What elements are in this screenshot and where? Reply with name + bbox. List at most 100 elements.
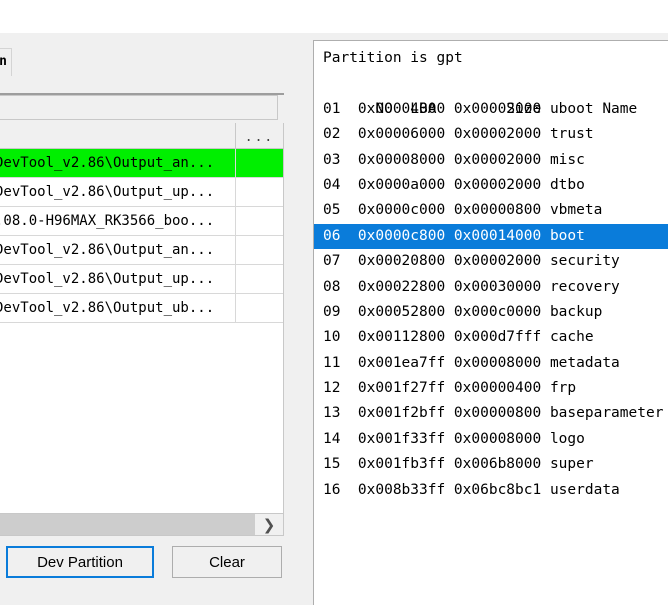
partition-lba: 0x001f27ff: [357, 380, 446, 397]
partition-lba: 0x001ea7ff: [357, 354, 446, 371]
partition-row[interactable]: 08 0x00022800 0x00030000 recovery: [314, 275, 668, 300]
partition-row[interactable]: 04 0x0000a000 0x00002000 dtbo: [314, 173, 668, 198]
left-pane: n ... DevTool_v2.86\Output_an...DevTool_…: [0, 33, 304, 605]
file-path-cell: DevTool_v2.86\Output_up...: [0, 265, 236, 293]
partition-lba: 0x00020800: [357, 253, 446, 270]
partition-column-header: NO LBA Size Name: [314, 71, 668, 117]
scrollbar-thumb[interactable]: [0, 514, 255, 535]
partition-lba: 0x00008000: [357, 151, 446, 168]
partition-title-line: Partition is gpt: [323, 50, 463, 66]
partition-no: 05: [323, 202, 341, 219]
file-path-cell: DevTool_v2.86\Output_an...: [0, 236, 236, 264]
file-action-cell[interactable]: [236, 178, 283, 206]
file-list-row[interactable]: DevTool_v2.86\Output_up...: [0, 265, 283, 294]
partition-rows: 01 0x00004000 0x00002000 uboot 02 0x00006…: [314, 97, 668, 503]
partition-row[interactable]: 03 0x00008000 0x00002000 misc: [314, 148, 668, 173]
partition-no: 08: [323, 278, 341, 295]
file-list-horizontal-scrollbar[interactable]: ❯: [0, 514, 284, 536]
file-list-row[interactable]: DevTool_v2.86\Output_ub...: [0, 294, 283, 323]
partition-name: userdata: [549, 481, 620, 498]
file-list-row[interactable]: DevTool_v2.86\Output_up...: [0, 178, 283, 207]
clear-button[interactable]: Clear: [172, 546, 282, 578]
partition-name: dtbo: [549, 176, 585, 193]
partition-name: logo: [549, 430, 585, 447]
partition-row[interactable]: 12 0x001f27ff 0x00000400 frp: [314, 376, 668, 401]
partition-name: backup: [549, 303, 603, 320]
partition-size: 0x006b8000: [453, 456, 542, 473]
partition-size: 0x00002000: [453, 100, 542, 117]
file-path-cell: DevTool_v2.86\Output_up...: [0, 178, 236, 206]
file-action-cell[interactable]: [236, 207, 283, 235]
partition-no: 01: [323, 100, 341, 117]
partition-row[interactable]: 13 0x001f2bff 0x00000800 baseparameter: [314, 401, 668, 426]
partition-row[interactable]: 02 0x00006000 0x00002000 trust: [314, 122, 668, 147]
partition-size: 0x00008000: [453, 430, 542, 447]
partition-size: 0x000c0000: [453, 303, 542, 320]
partition-size: 0x00002000: [453, 176, 542, 193]
partition-size: 0x00000800: [453, 405, 542, 422]
partition-name: uboot: [549, 100, 594, 117]
partition-size: 0x000d7fff: [453, 329, 542, 346]
partition-name: trust: [549, 126, 594, 143]
path-input[interactable]: [0, 95, 278, 120]
partition-lba: 0x001fb3ff: [357, 456, 446, 473]
partition-lba: 0x00004000: [357, 100, 446, 117]
column-header-path[interactable]: [0, 123, 236, 148]
partition-row[interactable]: 06 0x0000c800 0x00014000 boot: [314, 223, 668, 250]
partition-row[interactable]: 15 0x001fb3ff 0x006b8000 super: [314, 452, 668, 477]
file-list-row[interactable]: DevTool_v2.86\Output_an...: [0, 149, 283, 178]
partition-row[interactable]: 14 0x001f33ff 0x00008000 logo: [314, 427, 668, 452]
file-path-cell: DevTool_v2.86\Output_ub...: [0, 294, 236, 322]
partition-output-panel[interactable]: Partition is gpt NO LBA Size Name 01 0x0…: [313, 40, 668, 605]
dev-partition-button[interactable]: Dev Partition: [6, 546, 154, 578]
file-list-body: DevTool_v2.86\Output_an... DevTool_v2.86\…: [0, 149, 283, 323]
partition-no: 04: [323, 176, 341, 193]
column-header-actions[interactable]: ...: [236, 123, 283, 148]
file-list-row[interactable]: DevTool_v2.86\Output_an...: [0, 236, 283, 265]
file-path-cell: DevTool_v2.86\Output_an...: [0, 149, 236, 177]
partition-size: 0x00030000: [453, 278, 542, 295]
file-list-row[interactable]: .08.0-H96MAX_RK3566_boo...: [0, 207, 283, 236]
file-action-cell[interactable]: [236, 236, 283, 264]
partition-size: 0x00000400: [453, 380, 542, 397]
partition-no: 02: [323, 126, 341, 143]
pane-separator-line: [307, 33, 308, 605]
file-action-cell[interactable]: [236, 294, 283, 322]
partition-row[interactable]: 11 0x001ea7ff 0x00008000 metadata: [314, 351, 668, 376]
partition-name: frp: [549, 380, 577, 397]
partition-name: security: [549, 253, 620, 270]
partition-row[interactable]: 07 0x00020800 0x00002000 security: [314, 249, 668, 274]
scroll-right-icon[interactable]: ❯: [255, 514, 283, 535]
partition-no: 12: [323, 380, 341, 397]
partition-row[interactable]: 09 0x00052800 0x000c0000 backup: [314, 300, 668, 325]
partition-name: cache: [549, 329, 594, 346]
partition-row[interactable]: 10 0x00112800 0x000d7fff cache: [314, 325, 668, 350]
tab-clipped[interactable]: n: [0, 48, 12, 76]
partition-no: 10: [323, 329, 341, 346]
partition-size: 0x06bc8bc1: [453, 481, 542, 498]
partition-row[interactable]: 16 0x008b33ff 0x06bc8bc1 userdata: [314, 478, 668, 503]
partition-output-content: Partition is gpt NO LBA Size Name 01 0x0…: [314, 41, 668, 503]
partition-no: 13: [323, 405, 341, 422]
partition-row[interactable]: 05 0x0000c000 0x00000800 vbmeta: [314, 198, 668, 223]
partition-name: recovery: [549, 278, 620, 295]
header-name: Name: [602, 100, 638, 117]
partition-lba: 0x001f2bff: [357, 405, 446, 422]
tab-strip: n: [0, 48, 304, 76]
partition-no: 09: [323, 303, 341, 320]
file-path-cell: .08.0-H96MAX_RK3566_boo...: [0, 207, 236, 235]
file-action-cell[interactable]: [236, 265, 283, 293]
file-action-cell[interactable]: [236, 149, 283, 177]
partition-size: 0x00014000: [453, 227, 542, 244]
partition-lba: 0x00052800: [357, 303, 446, 320]
partition-no: 03: [323, 151, 341, 168]
file-list-header: ...: [0, 123, 283, 149]
partition-size: 0x00002000: [453, 151, 542, 168]
partition-no: 11: [323, 354, 341, 371]
partition-no: 07: [323, 253, 341, 270]
partition-lba: 0x001f33ff: [357, 430, 446, 447]
partition-no: 15: [323, 456, 341, 473]
file-list[interactable]: ... DevTool_v2.86\Output_an... DevTool_v2…: [0, 123, 284, 514]
tab-clipped-label: n: [0, 54, 7, 69]
pane-separator: [304, 33, 313, 605]
